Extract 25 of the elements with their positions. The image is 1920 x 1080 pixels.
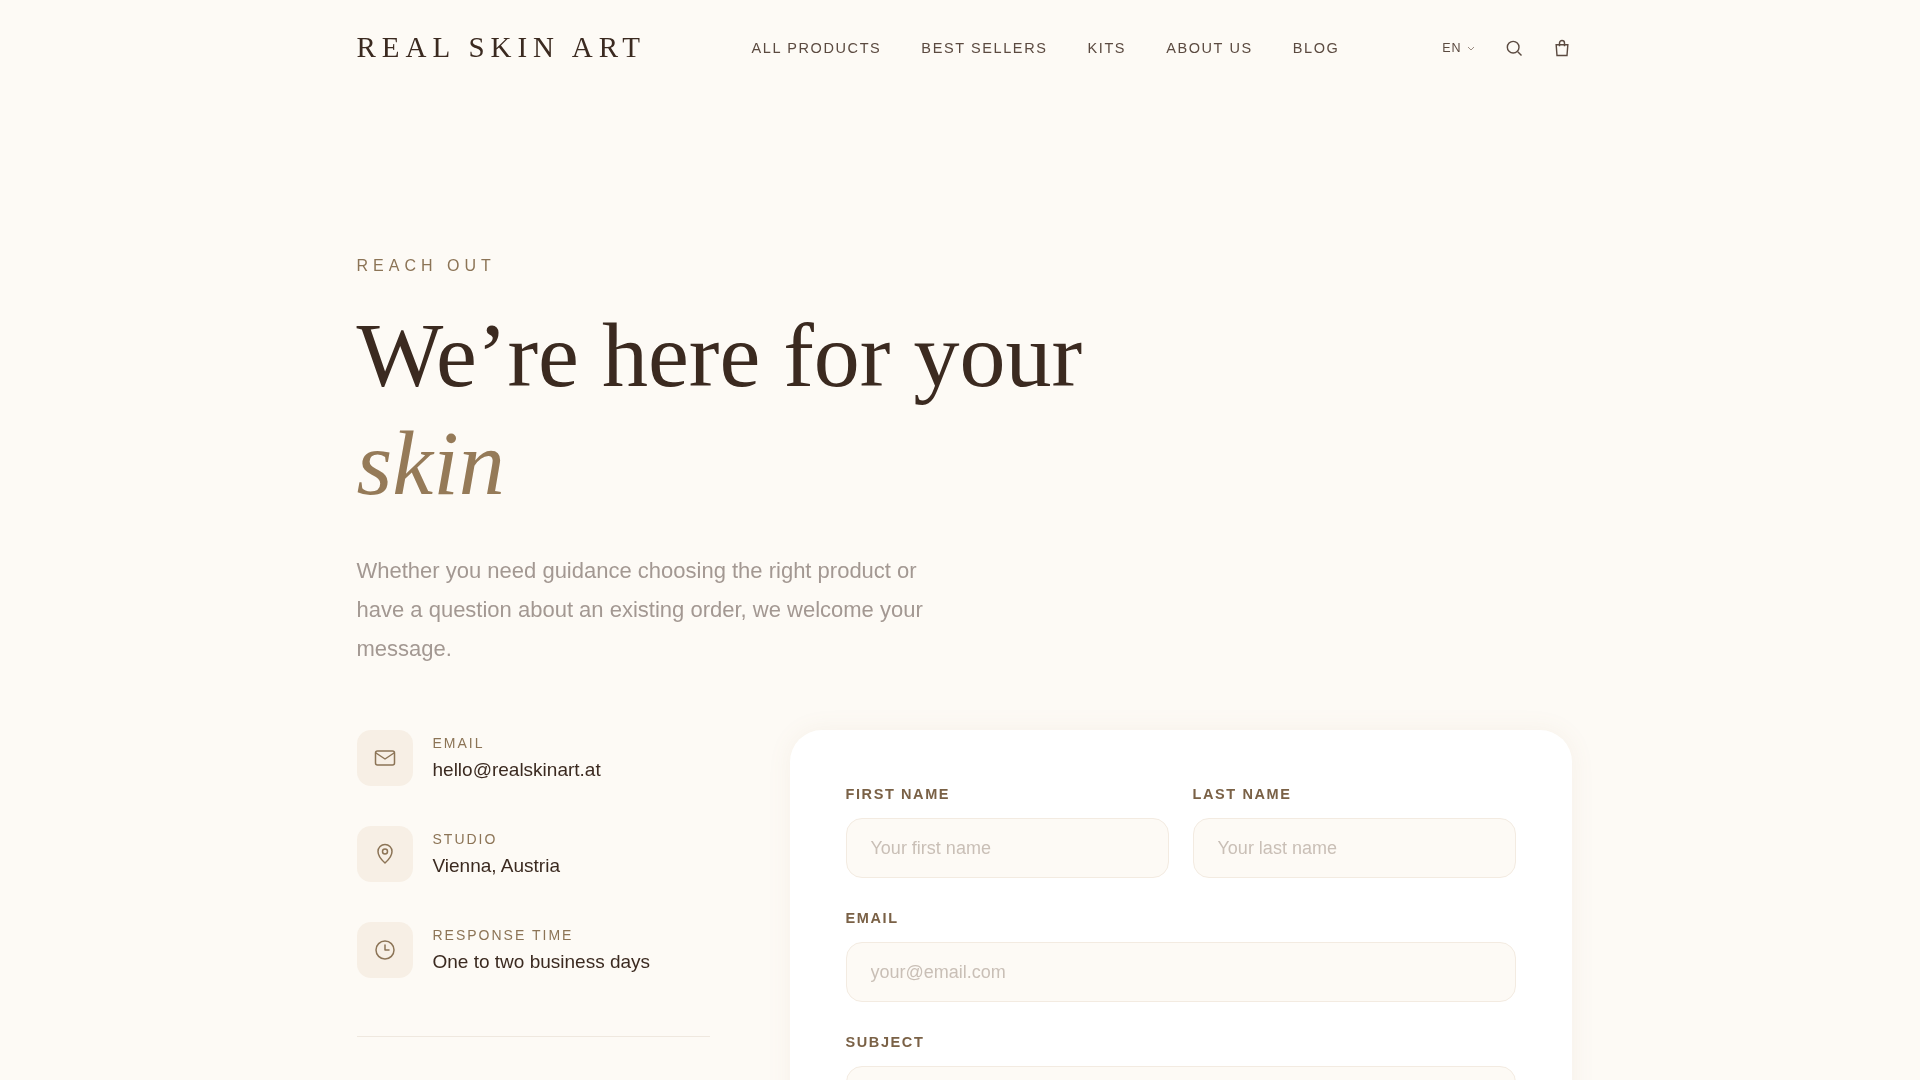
heading-accent-word: skin	[356, 411, 505, 516]
brand-logo[interactable]: REAL SKIN ART	[356, 31, 752, 64]
contact-label: STUDIO	[432, 831, 499, 847]
page-heading: We’re here for your	[356, 303, 1083, 408]
nav-link[interactable]: ALL PRODUCTS	[751, 39, 882, 56]
nav-link[interactable]: BLOG	[1292, 39, 1340, 56]
intro-paragraph: Whether you need guidance choosing the right product or have a question about an existing order, we welcome your message.	[356, 557, 924, 663]
nav-link[interactable]: KITS	[1087, 39, 1127, 56]
contact-value: One to two business days	[432, 951, 651, 973]
field-label: SUBJECT	[845, 1034, 926, 1050]
nav-link[interactable]: BEST SELLERS	[921, 39, 1048, 56]
contact-value: Vienna, Austria	[432, 855, 560, 877]
contact-value: hello@realskinart.at	[432, 759, 601, 781]
field-label: LAST NAME	[1192, 786, 1293, 802]
field-label: EMAIL	[845, 910, 900, 926]
input-field[interactable]: Your last name	[1192, 818, 1516, 878]
language-selector[interactable]: EN	[1442, 40, 1476, 55]
contact-label: RESPONSE TIME	[432, 927, 575, 943]
eyebrow-label: REACH OUT	[356, 257, 497, 275]
clock-icon	[372, 938, 397, 962]
contact-label: EMAIL	[432, 735, 486, 751]
input-field[interactable]: your@email.com	[845, 942, 1516, 1002]
nav-link[interactable]: ABOUT US	[1166, 39, 1253, 56]
field-label: FIRST NAME	[845, 786, 952, 802]
input-field[interactable]: Your first name	[845, 818, 1169, 878]
